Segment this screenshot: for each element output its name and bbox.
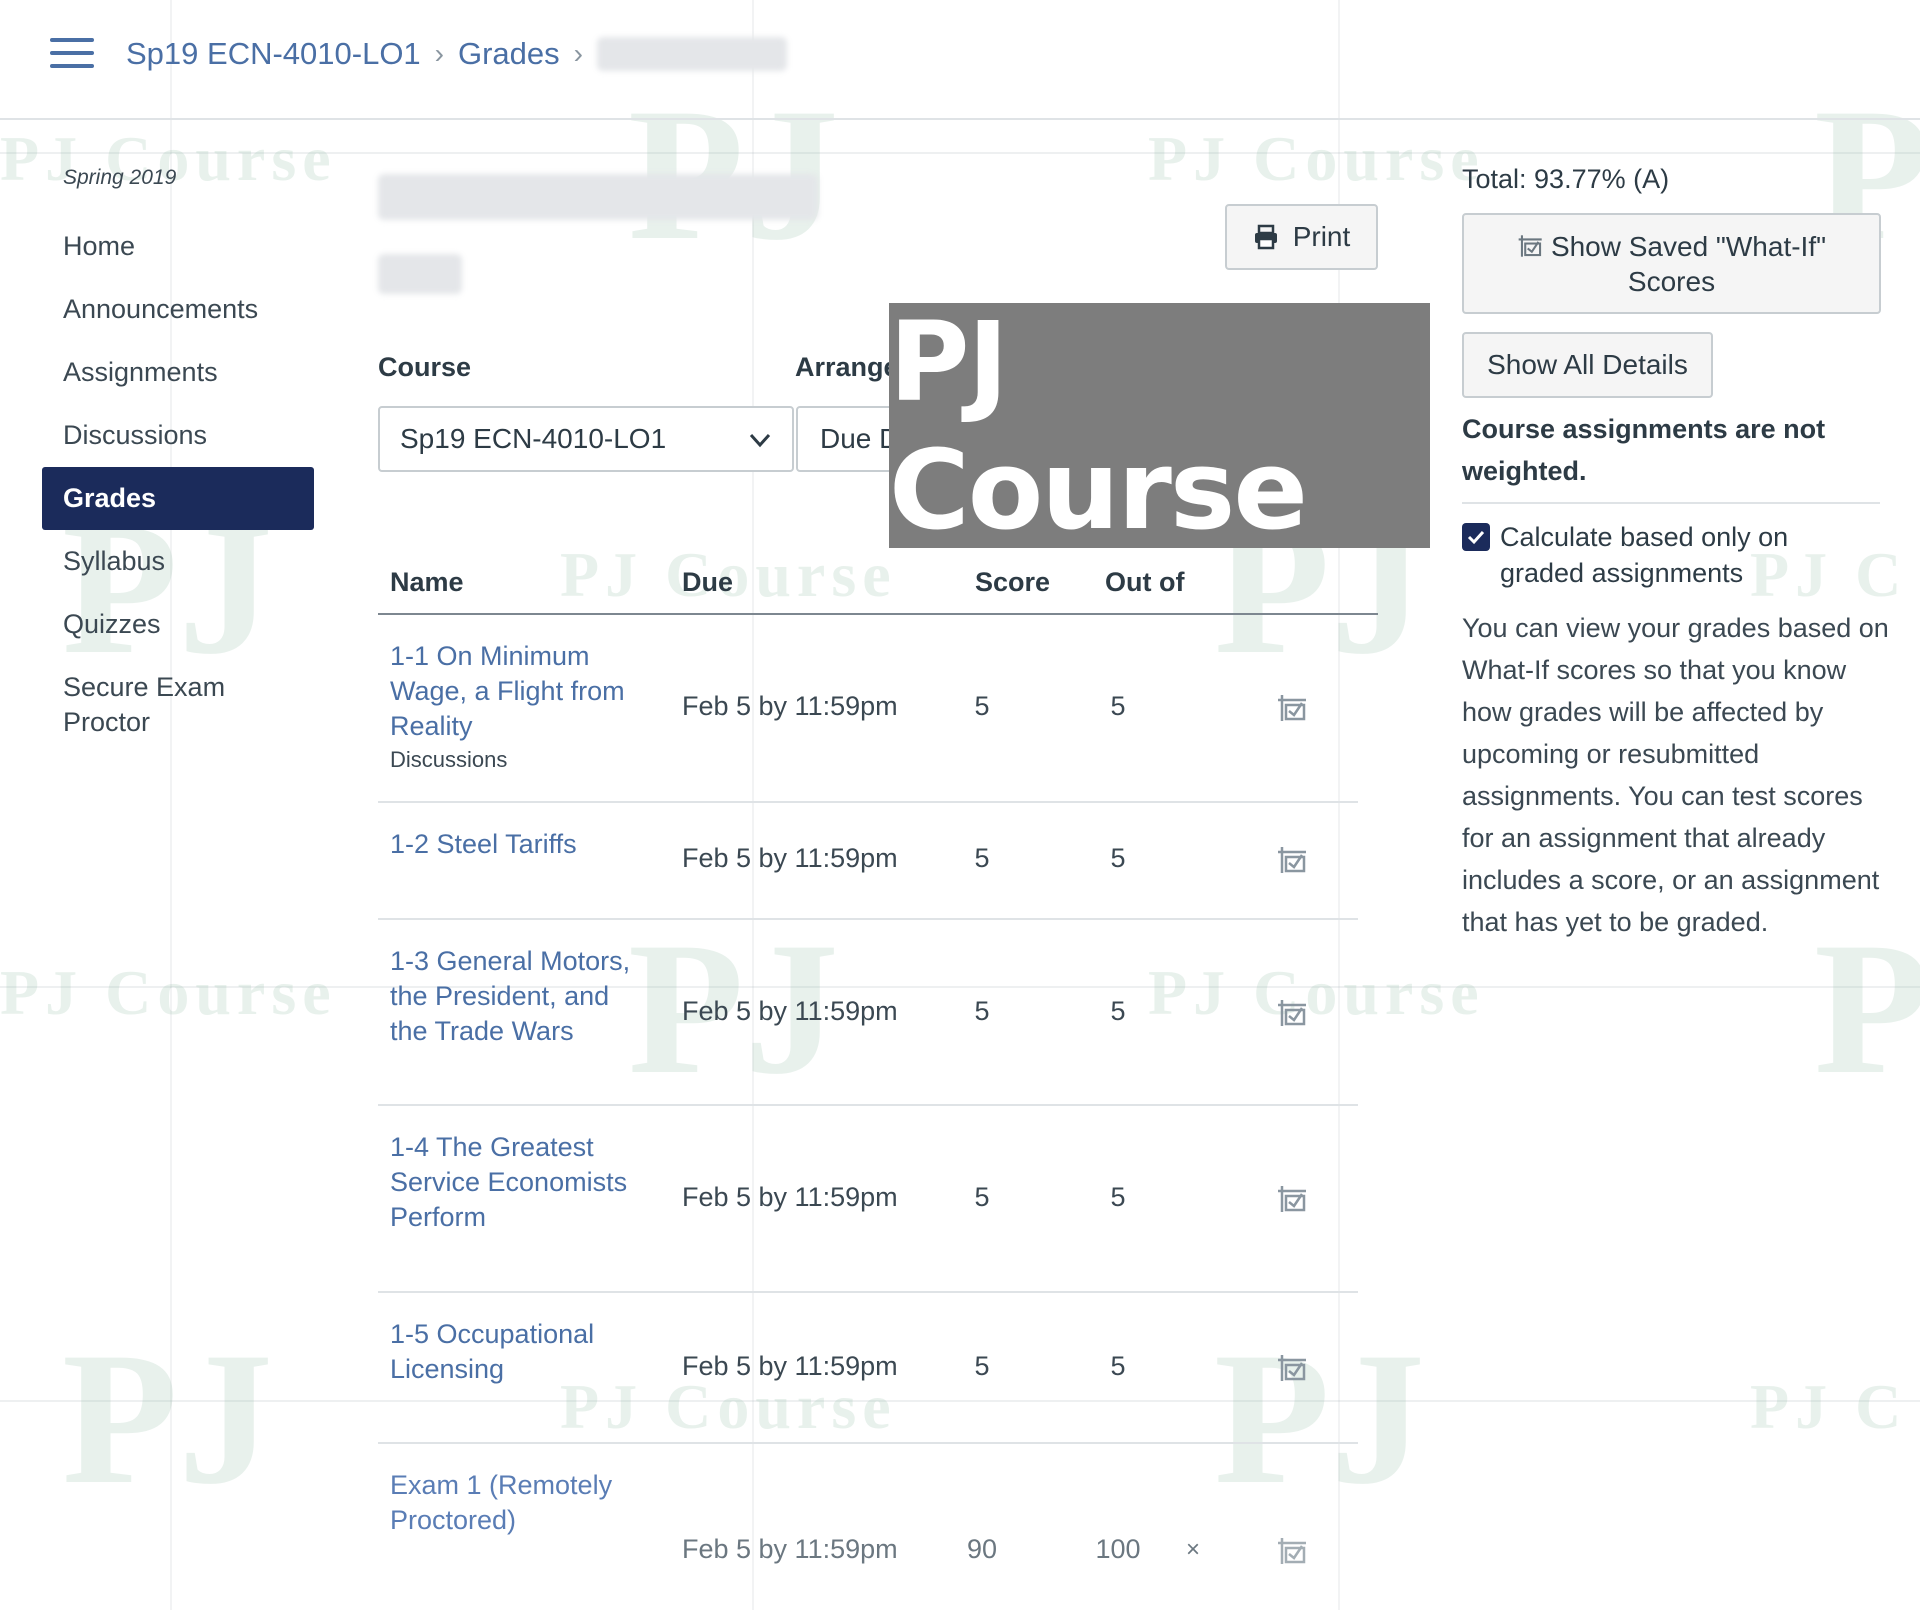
hamburger-menu-icon[interactable]: [50, 38, 94, 74]
assignment-name[interactable]: 1-3 General Motors, the President, and t…: [390, 946, 630, 1046]
out-of-value: 5: [1110, 1182, 1126, 1212]
score-value: 5: [974, 1182, 990, 1212]
column-header-score[interactable]: Score: [975, 567, 1050, 598]
breadcrumb: Sp19 ECN-4010-LO1 › Grades ›: [126, 34, 787, 74]
due-date: Feb 5 by 11:59pm: [682, 996, 898, 1026]
divider: [1462, 502, 1880, 504]
redacted-page-title: [378, 174, 818, 220]
assignment-link[interactable]: Exam 1 (Remotely Proctored): [390, 1468, 650, 1538]
nav-item-grades[interactable]: Grades: [42, 467, 314, 530]
table-row: 1-2 Steel Tariffs Feb 5 by 11:59pm 5 5: [378, 803, 1358, 920]
table-row: 1-1 On Minimum Wage, a Flight from Reali…: [378, 615, 1358, 803]
graded-only-label[interactable]: Calculate based only on graded assignmen…: [1500, 519, 1820, 591]
what-if-icon[interactable]: [1276, 843, 1310, 877]
nav-item-syllabus[interactable]: Syllabus: [42, 530, 314, 593]
assignment-name[interactable]: 1-5 Occupational Licensing: [390, 1319, 594, 1384]
what-if-icon[interactable]: [1276, 1351, 1310, 1385]
grades-table-header: Name Due Score Out of: [378, 563, 1378, 615]
assignment-name[interactable]: 1-1 On Minimum Wage, a Flight from Reali…: [390, 641, 625, 741]
show-all-details-button[interactable]: Show All Details: [1462, 332, 1713, 398]
show-saved-what-if-button[interactable]: Show Saved "What-If" Scores: [1462, 213, 1881, 314]
watermark-text: PJ Course: [0, 957, 337, 1028]
print-button[interactable]: Print: [1225, 204, 1378, 270]
due-date: Feb 5 by 11:59pm: [682, 1182, 898, 1212]
total-grade: Total: 93.77% (A): [1462, 164, 1670, 194]
chevron-down-icon: [749, 433, 771, 448]
watermark-line: [0, 152, 1920, 154]
due-date: Feb 5 by 11:59pm: [682, 691, 898, 721]
watermark-text: PJ Course: [1148, 123, 1485, 194]
due-date: Feb 5 by 11:59pm: [682, 1534, 898, 1564]
excused-mark: ×: [1186, 1536, 1201, 1563]
what-if-icon[interactable]: [1276, 691, 1310, 725]
assignment-name[interactable]: 1-4 The Greatest Service Economists Perf…: [390, 1132, 627, 1232]
redacted-student-name: [597, 37, 787, 71]
checkmark-icon: [1467, 530, 1485, 545]
due-date: Feb 5 by 11:59pm: [682, 843, 898, 873]
nav-item-secure-exam-proctor[interactable]: Secure Exam Proctor: [42, 656, 262, 754]
assignment-link[interactable]: 1-5 Occupational Licensing: [390, 1317, 650, 1387]
nav-item-quizzes[interactable]: Quizzes: [42, 593, 314, 656]
assignment-link[interactable]: 1-4 The Greatest Service Economists Perf…: [390, 1130, 650, 1235]
assignment-link[interactable]: 1-1 On Minimum Wage, a Flight from Reali…: [390, 639, 650, 776]
score-value: 5: [974, 996, 990, 1026]
assignment-name[interactable]: Exam 1 (Remotely Proctored): [390, 1470, 612, 1535]
what-if-icon[interactable]: [1276, 1534, 1310, 1568]
out-of-value: 100: [1095, 1534, 1141, 1564]
assignment-link[interactable]: 1-2 Steel Tariffs: [390, 827, 650, 862]
nav-item-discussions[interactable]: Discussions: [42, 404, 314, 467]
column-header-out-of[interactable]: Out of: [1105, 567, 1184, 598]
breadcrumb-course-link[interactable]: Sp19 ECN-4010-LO1: [126, 36, 421, 72]
out-of-value: 5: [1110, 996, 1126, 1026]
assignment-name[interactable]: 1-2 Steel Tariffs: [390, 829, 577, 859]
top-header: Sp19 ECN-4010-LO1 › Grades ›: [0, 0, 1920, 120]
nav-item-announcements[interactable]: Announcements: [42, 278, 314, 341]
score-value: 90: [966, 1534, 998, 1564]
breadcrumb-grades-link[interactable]: Grades: [458, 36, 560, 72]
table-row: 1-3 General Motors, the President, and t…: [378, 920, 1358, 1106]
table-row: 1-5 Occupational Licensing Feb 5 by 11:5…: [378, 1293, 1358, 1444]
due-date: Feb 5 by 11:59pm: [682, 1351, 898, 1381]
course-filter-label: Course: [378, 352, 472, 382]
score-value: 5: [974, 691, 990, 721]
course-nav: Home Announcements Assignments Discussio…: [42, 215, 314, 754]
what-if-icon: [1518, 235, 1542, 257]
redacted-subtitle: [378, 254, 462, 294]
course-select[interactable]: Sp19 ECN-4010-LO1: [378, 406, 794, 472]
watermark-overlay: PJ Course: [889, 298, 1430, 554]
column-header-due[interactable]: Due: [682, 567, 733, 598]
nav-item-home[interactable]: Home: [42, 215, 314, 278]
what-if-icon[interactable]: [1276, 1182, 1310, 1216]
table-row: Exam 1 (Remotely Proctored) Feb 5 by 11:…: [378, 1444, 1358, 1610]
graded-only-checkbox[interactable]: [1462, 523, 1490, 551]
nav-item-assignments[interactable]: Assignments: [42, 341, 314, 404]
print-label: Print: [1292, 221, 1351, 252]
assignment-link[interactable]: 1-3 General Motors, the President, and t…: [390, 944, 650, 1049]
weighting-note: Course assignments are not weighted.: [1462, 414, 1826, 486]
course-select-value: Sp19 ECN-4010-LO1: [400, 423, 667, 454]
arrange-filter-label: Arrange: [795, 352, 899, 382]
score-value: 5: [974, 1351, 990, 1381]
what-if-icon[interactable]: [1276, 996, 1310, 1030]
show-saved-what-if-label: Show Saved "What-If" Scores: [1550, 231, 1827, 297]
out-of-value: 5: [1110, 1351, 1126, 1381]
chevron-right-icon: ›: [434, 38, 444, 69]
column-header-name[interactable]: Name: [390, 567, 464, 598]
out-of-value: 5: [1110, 691, 1126, 721]
what-if-info-text: You can view your grades based on What-I…: [1462, 613, 1889, 937]
assignment-category: Discussions: [390, 747, 508, 772]
arrange-select-value: Due D: [820, 423, 900, 454]
term-label: Spring 2019: [63, 166, 177, 189]
table-row: 1-4 The Greatest Service Economists Perf…: [378, 1106, 1358, 1293]
watermark-text: PJ C: [1750, 1371, 1908, 1442]
watermark-text: PJ: [62, 1314, 274, 1524]
out-of-value: 5: [1110, 843, 1126, 873]
chevron-right-icon: ›: [573, 38, 583, 69]
score-value: 5: [974, 843, 990, 873]
printer-icon: [1254, 224, 1277, 250]
